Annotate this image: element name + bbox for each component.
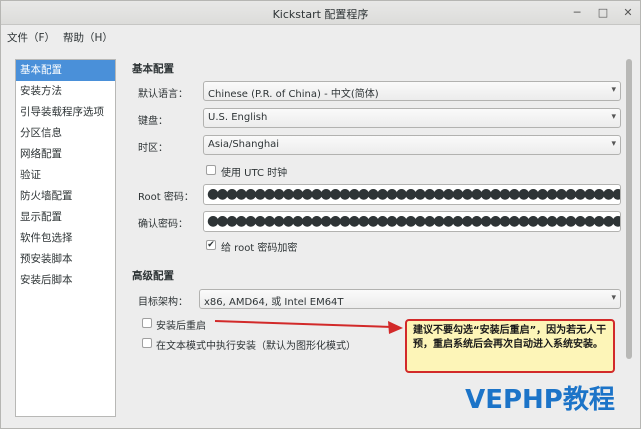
timezone-select[interactable]: Asia/Shanghai ▾ (203, 135, 621, 155)
encrypt-root-checkbox[interactable]: ✔ (206, 240, 216, 250)
encrypt-root-label: 给 root 密码加密 (221, 243, 298, 254)
keyboard-label: 键盘： (138, 116, 168, 127)
keyboard-value: U.S. English (208, 112, 268, 123)
timezone-label: 时区： (138, 143, 168, 154)
sidebar-item[interactable]: 安装方法 (16, 81, 115, 102)
sidebar-item[interactable]: 网络配置 (16, 144, 115, 165)
sidebar-item[interactable]: 防火墙配置 (16, 186, 115, 207)
chevron-down-icon: ▾ (611, 139, 616, 149)
menu-bar: 文件（F） 帮助（H） (1, 26, 640, 48)
scrollbar[interactable] (626, 59, 632, 409)
advanced-section-title: 高级配置 (132, 270, 174, 282)
close-button[interactable]: ✕ (620, 5, 636, 21)
sidebar-item[interactable]: 显示配置 (16, 207, 115, 228)
root-password-field[interactable]: ●●●●●●●●●●●●●●●●●●●●●●●●●●●●●●●●●●●●●●●●… (203, 184, 621, 205)
basic-section-title: 基本配置 (132, 63, 174, 75)
sidebar-item[interactable]: 软件包选择 (16, 228, 115, 249)
architecture-value: x86, AMD64, 或 Intel EM64T (204, 297, 344, 308)
minimize-button[interactable]: ─ (569, 5, 585, 21)
sidebar-item[interactable]: 预安装脚本 (16, 249, 115, 270)
menu-help[interactable]: 帮助（H） (63, 30, 113, 45)
sidebar-item[interactable]: 基本配置 (16, 60, 115, 81)
title-bar[interactable]: Kickstart 配置程序 ─ □ ✕ (1, 1, 640, 25)
language-label: 默认语言： (138, 89, 188, 100)
scrollbar-thumb[interactable] (626, 59, 632, 359)
confirm-password-field[interactable]: ●●●●●●●●●●●●●●●●●●●●●●●●●●●●●●●●●●●●●●●●… (203, 211, 621, 232)
sidebar-item[interactable]: 安装后脚本 (16, 270, 115, 291)
window-title: Kickstart 配置程序 (272, 8, 369, 21)
watermark-logo: VEPHP教程 (465, 385, 615, 415)
reboot-label: 安装后重启 (156, 321, 206, 332)
confirm-password-label: 确认密码： (138, 219, 188, 230)
architecture-label: 目标架构： (138, 297, 188, 308)
root-password-mask: ●●●●●●●●●●●●●●●●●●●●●●●●●●●●●●●●●●●●●●●●… (207, 186, 621, 202)
chevron-down-icon: ▾ (611, 85, 616, 95)
utc-label: 使用 UTC 时钟 (221, 168, 288, 179)
sidebar-item[interactable]: 分区信息 (16, 123, 115, 144)
sidebar-item[interactable]: 验证 (16, 165, 115, 186)
chevron-down-icon: ▾ (611, 293, 616, 303)
sidebar-item[interactable]: 引导装载程序选项 (16, 102, 115, 123)
timezone-value: Asia/Shanghai (208, 139, 280, 150)
annotation-text: 建议不要勾选“安装后重启”，因为若无人干预，重启系统后会再次自动进入系统安装。 (413, 325, 607, 350)
architecture-select[interactable]: x86, AMD64, 或 Intel EM64T ▾ (199, 289, 621, 309)
annotation-callout: 建议不要勾选“安装后重启”，因为若无人干预，重启系统后会再次自动进入系统安装。 (405, 319, 615, 373)
textmode-label: 在文本模式中执行安装（默认为图形化模式） (156, 341, 356, 352)
maximize-button[interactable]: □ (595, 5, 611, 21)
keyboard-select[interactable]: U.S. English ▾ (203, 108, 621, 128)
section-list: 基本配置 安装方法 引导装载程序选项 分区信息 网络配置 验证 防火墙配置 显示配置 软件包选择… (15, 59, 116, 417)
menu-file[interactable]: 文件（F） (7, 30, 55, 45)
utc-checkbox[interactable] (206, 165, 216, 175)
language-value: Chinese (P.R. of China) - 中文(简体) (208, 89, 379, 100)
language-select[interactable]: Chinese (P.R. of China) - 中文(简体) ▾ (203, 81, 621, 101)
textmode-checkbox[interactable] (142, 338, 152, 348)
root-password-label: Root 密码： (138, 192, 194, 203)
chevron-down-icon: ▾ (611, 112, 616, 122)
confirm-password-mask: ●●●●●●●●●●●●●●●●●●●●●●●●●●●●●●●●●●●●●●●●… (207, 213, 621, 229)
reboot-checkbox[interactable] (142, 318, 152, 328)
